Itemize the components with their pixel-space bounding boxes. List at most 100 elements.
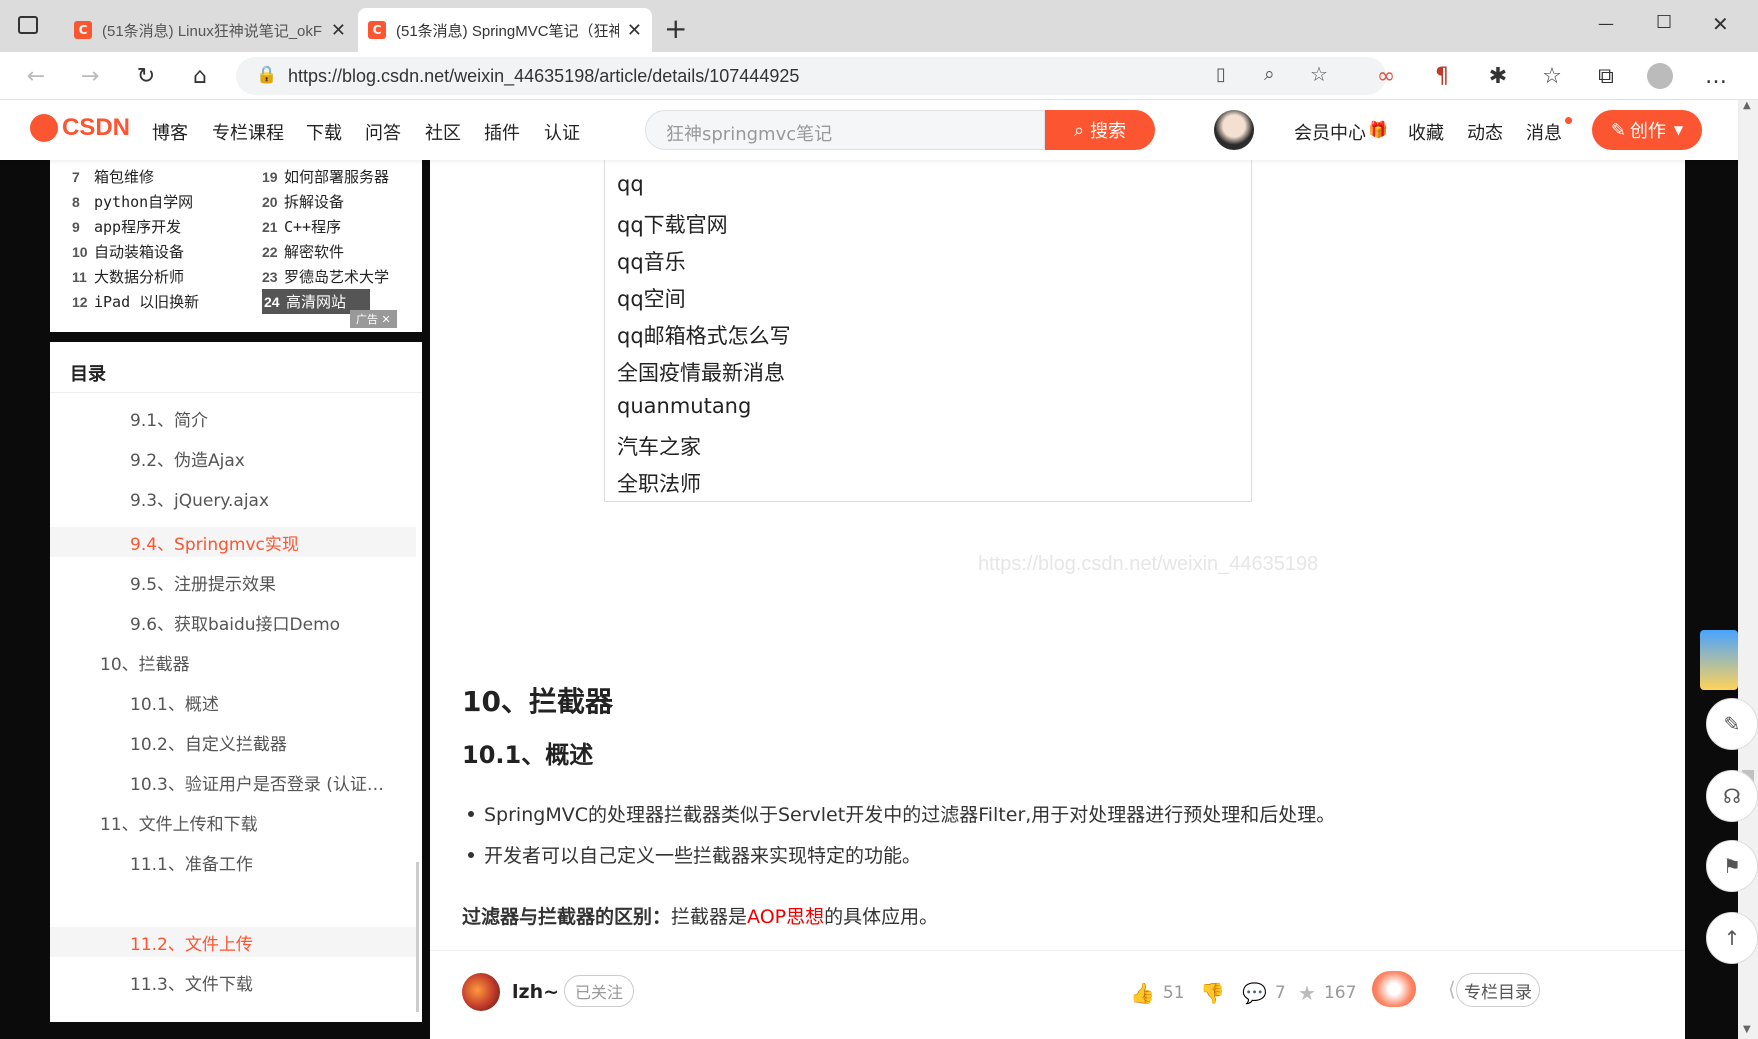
- toc-item[interactable]: 9.2、伪造Ajax: [130, 446, 245, 471]
- toc-item[interactable]: 10.1、概述: [130, 690, 219, 715]
- author-name[interactable]: lzh~: [512, 981, 559, 1003]
- scroll-up-icon[interactable]: ▲: [1743, 100, 1751, 111]
- settings-more-icon[interactable]: …: [1700, 60, 1732, 92]
- user-avatar[interactable]: [1214, 110, 1254, 150]
- follow-button[interactable]: 已关注: [564, 975, 634, 1007]
- close-tab-icon[interactable]: ✕: [331, 20, 346, 41]
- search-input[interactable]: 狂神springmvc笔记: [645, 110, 1045, 150]
- toc-item-active[interactable]: 11.2、文件上传: [130, 930, 253, 955]
- hot-item[interactable]: 12 iPad 以旧换新: [72, 291, 199, 312]
- report-float-icon[interactable]: ⚑: [1706, 840, 1758, 892]
- hot-item[interactable]: 8 python自学网: [72, 191, 193, 212]
- toc-item[interactable]: 11.3、文件下载: [130, 970, 253, 995]
- comment-button[interactable]: 💬 7: [1242, 981, 1286, 1005]
- profile-icon[interactable]: [1644, 60, 1676, 92]
- support-float-icon[interactable]: ☊: [1706, 770, 1758, 822]
- csdn-favicon-icon: C: [74, 21, 92, 39]
- new-tab-button[interactable]: +: [664, 12, 687, 45]
- minimize-button[interactable]: —: [1598, 14, 1614, 33]
- suggestion-item[interactable]: qq: [617, 172, 644, 196]
- toc-item[interactable]: 10.2、自定义拦截器: [130, 730, 287, 755]
- toc-item-active[interactable]: 9.4、Springmvc实现: [130, 530, 299, 555]
- nav-messages[interactable]: 消息: [1526, 119, 1562, 145]
- toc-item[interactable]: 9.1、简介: [130, 406, 208, 431]
- nav-certification[interactable]: 认证: [544, 119, 580, 145]
- suggestion-item[interactable]: qq下载官网: [617, 209, 728, 239]
- extension-infinity-icon[interactable]: ∞: [1370, 60, 1402, 92]
- close-tab-icon[interactable]: ✕: [627, 20, 642, 41]
- suggestion-item[interactable]: quanmutang: [617, 394, 751, 418]
- suggestion-item[interactable]: 汽车之家: [617, 431, 701, 461]
- toc-scrollbar[interactable]: [416, 862, 419, 1012]
- nav-activity[interactable]: 动态: [1467, 119, 1503, 145]
- address-bar[interactable]: 🔒 https://blog.csdn.net/weixin_44635198/…: [236, 57, 1386, 95]
- suggestion-item[interactable]: 全职法师: [617, 468, 701, 498]
- hot-item[interactable]: 7 箱包维修: [72, 166, 154, 187]
- tab-springmvc-notes[interactable]: C (51条消息) SpringMVC笔记（狂神 ✕: [358, 8, 652, 52]
- like-button[interactable]: 👍 51: [1130, 981, 1185, 1005]
- nav-courses[interactable]: 专栏课程: [212, 119, 284, 145]
- suggestion-item[interactable]: qq空间: [617, 283, 686, 313]
- scroll-down-icon[interactable]: ▼: [1743, 1024, 1751, 1035]
- author-avatar[interactable]: [462, 973, 500, 1011]
- aop-link[interactable]: AOP思想: [747, 906, 824, 928]
- zoom-icon[interactable]: ⌕: [1264, 63, 1275, 85]
- toc-item[interactable]: 10.3、验证用户是否登录 (认证…: [130, 770, 384, 795]
- hot-item[interactable]: 21 C++程序: [262, 216, 341, 237]
- nav-community[interactable]: 社区: [425, 119, 461, 145]
- hot-item[interactable]: 11 大数据分析师: [72, 266, 184, 287]
- article-content: qq qq下载官网 qq音乐 qq空间 qq邮箱格式怎么写 全国疫情最新消息 q…: [430, 160, 1685, 1039]
- toc-item[interactable]: 11、文件上传和下载: [100, 810, 258, 835]
- nav-favorites[interactable]: 收藏: [1408, 119, 1444, 145]
- dislike-button[interactable]: 👎: [1200, 981, 1225, 1005]
- maximize-button[interactable]: ☐: [1656, 12, 1672, 33]
- reader-view-icon[interactable]: ▯: [1216, 64, 1226, 85]
- suggestion-item[interactable]: qq音乐: [617, 246, 686, 276]
- favorite-icon[interactable]: ☆: [1310, 62, 1328, 86]
- reward-icon[interactable]: [1372, 971, 1416, 1007]
- hot-item[interactable]: 23 罗德岛艺术大学: [262, 266, 389, 287]
- back-to-top-icon[interactable]: ↑: [1706, 912, 1758, 964]
- hot-item[interactable]: 22 解密软件: [262, 241, 344, 262]
- reload-icon[interactable]: ↻: [130, 60, 162, 92]
- search-button[interactable]: ⌕ 搜索: [1045, 110, 1155, 150]
- promo-box-icon[interactable]: [1700, 630, 1738, 690]
- collections-icon[interactable]: ⧉: [1590, 60, 1622, 92]
- create-button[interactable]: ✎ 创作 ▼: [1592, 110, 1702, 150]
- page-scrollbar[interactable]: ▲ ▼: [1738, 100, 1758, 1039]
- close-window-button[interactable]: ✕: [1712, 12, 1729, 36]
- tab-linux-notes[interactable]: C (51条消息) Linux狂神说笔记_okF ✕: [64, 8, 356, 52]
- column-catalog-button[interactable]: 专栏目录: [1456, 973, 1540, 1007]
- favorites-icon[interactable]: ☆: [1536, 60, 1568, 92]
- tab-title: (51条消息) SpringMVC笔记（狂神: [396, 22, 619, 40]
- hot-item[interactable]: 19 如何部署服务器: [262, 166, 389, 187]
- nav-plugins[interactable]: 插件: [484, 119, 520, 145]
- hot-item[interactable]: 9 app程序开发: [72, 216, 181, 237]
- tab-actions-icon[interactable]: [18, 16, 38, 34]
- forward-icon[interactable]: →: [74, 60, 106, 92]
- back-icon[interactable]: ←: [20, 60, 52, 92]
- toc-item[interactable]: 9.6、获取baidu接口Demo: [130, 610, 340, 635]
- edit-float-icon[interactable]: ✎: [1706, 698, 1758, 750]
- para-bold: 过滤器与拦截器的区别：: [462, 906, 672, 928]
- suggestion-item[interactable]: 全国疫情最新消息: [617, 357, 785, 387]
- share-icon[interactable]: ⟨: [1448, 977, 1456, 1001]
- hot-item[interactable]: 10 自动装箱设备: [72, 241, 184, 262]
- csdn-mascot-icon: [30, 114, 58, 142]
- toc-item[interactable]: 9.5、注册提示效果: [130, 570, 276, 595]
- nav-download[interactable]: 下载: [306, 119, 342, 145]
- toc-item[interactable]: 11.1、准备工作: [130, 850, 253, 875]
- home-icon[interactable]: ⌂: [184, 60, 216, 92]
- suggestion-item[interactable]: qq邮箱格式怎么写: [617, 320, 791, 350]
- paragraph: 过滤器与拦截器的区别：拦截器是AOP思想的具体应用。: [462, 902, 938, 929]
- extensions-icon[interactable]: ✱: [1482, 60, 1514, 92]
- csdn-logo[interactable]: CSDN: [30, 114, 130, 142]
- favorite-button[interactable]: ★ 167: [1298, 981, 1356, 1005]
- nav-vip-center[interactable]: 会员中心: [1294, 119, 1366, 145]
- extension-paragraph-icon[interactable]: ¶: [1426, 60, 1458, 92]
- toc-item[interactable]: 9.3、jQuery.ajax: [130, 486, 269, 511]
- toc-item[interactable]: 10、拦截器: [100, 650, 190, 675]
- nav-blog[interactable]: 博客: [152, 119, 188, 145]
- nav-qa[interactable]: 问答: [365, 119, 401, 145]
- hot-item[interactable]: 20 拆解设备: [262, 191, 344, 212]
